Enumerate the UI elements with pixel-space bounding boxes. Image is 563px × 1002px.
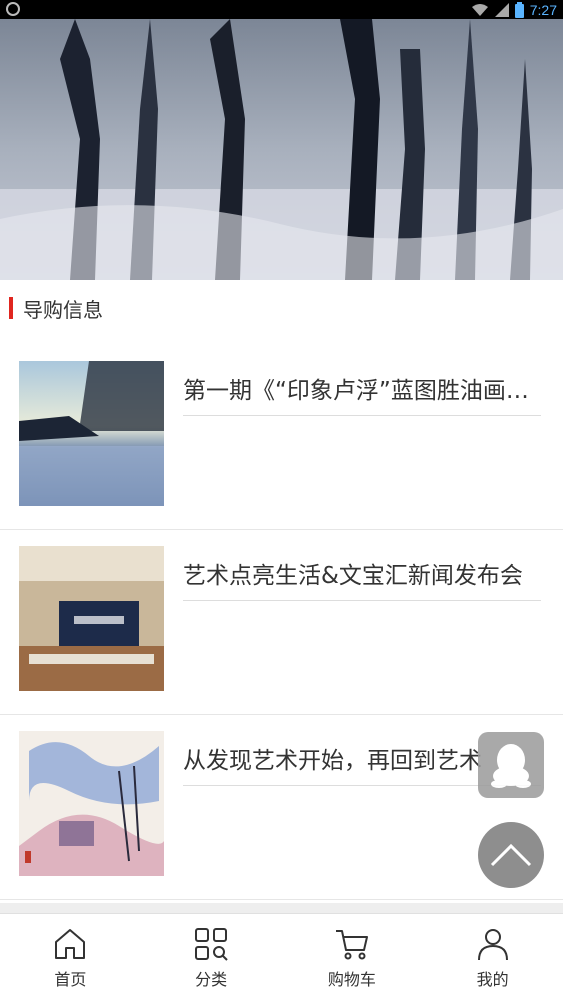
bottom-tab-bar: 首页 分类 购物车 我的	[0, 913, 563, 1002]
tab-cart-label: 购物车	[327, 970, 376, 989]
tab-mine-label: 我的	[476, 970, 509, 989]
banner-image[interactable]	[0, 19, 563, 280]
tab-category-label: 分类	[195, 970, 228, 989]
article-title[interactable]: 艺术点亮生活&文宝汇新闻发布会	[183, 554, 541, 601]
article-thumbnail[interactable]	[19, 731, 164, 876]
status-icons: 7:27	[471, 0, 557, 19]
section-title: 导购信息	[23, 297, 103, 322]
cart-icon	[335, 930, 368, 960]
chevron-up-icon	[490, 843, 532, 867]
category-grid-icon	[195, 928, 228, 961]
user-icon	[477, 929, 508, 961]
section-accent-bar	[9, 297, 13, 319]
article-title[interactable]: 第一期《“印象卢浮”蓝图胜油画艺术展》	[183, 369, 541, 416]
signal-icon	[494, 2, 509, 17]
tab-category[interactable]: 分类	[141, 914, 282, 1002]
home-icon	[55, 929, 86, 959]
tab-mine[interactable]: 我的	[422, 914, 563, 1002]
battery-icon	[514, 1, 524, 18]
wifi-icon	[471, 3, 488, 16]
article-thumbnail[interactable]	[19, 546, 164, 691]
tab-home[interactable]: 首页	[0, 914, 141, 1002]
tab-home-label: 首页	[54, 970, 87, 989]
list-item[interactable]: 第一期《“印象卢浮”蓝图胜油画艺术展》	[0, 345, 563, 530]
section-header: 导购信息	[0, 280, 563, 336]
divider	[0, 903, 563, 913]
article-thumbnail[interactable]	[19, 361, 164, 506]
notification-icon	[6, 2, 20, 16]
status-bar: 7:27	[0, 0, 563, 19]
qq-chat-button[interactable]	[478, 732, 544, 798]
back-to-top-button[interactable]	[478, 822, 544, 888]
article-list: 第一期《“印象卢浮”蓝图胜油画艺术展》 艺术点亮生活&文宝汇新闻发布会	[0, 345, 563, 900]
list-item[interactable]: 艺术点亮生活&文宝汇新闻发布会	[0, 530, 563, 715]
qq-penguin-icon	[491, 744, 531, 788]
tab-cart[interactable]: 购物车	[282, 914, 423, 1002]
clock-time: 7:27	[529, 1, 557, 18]
